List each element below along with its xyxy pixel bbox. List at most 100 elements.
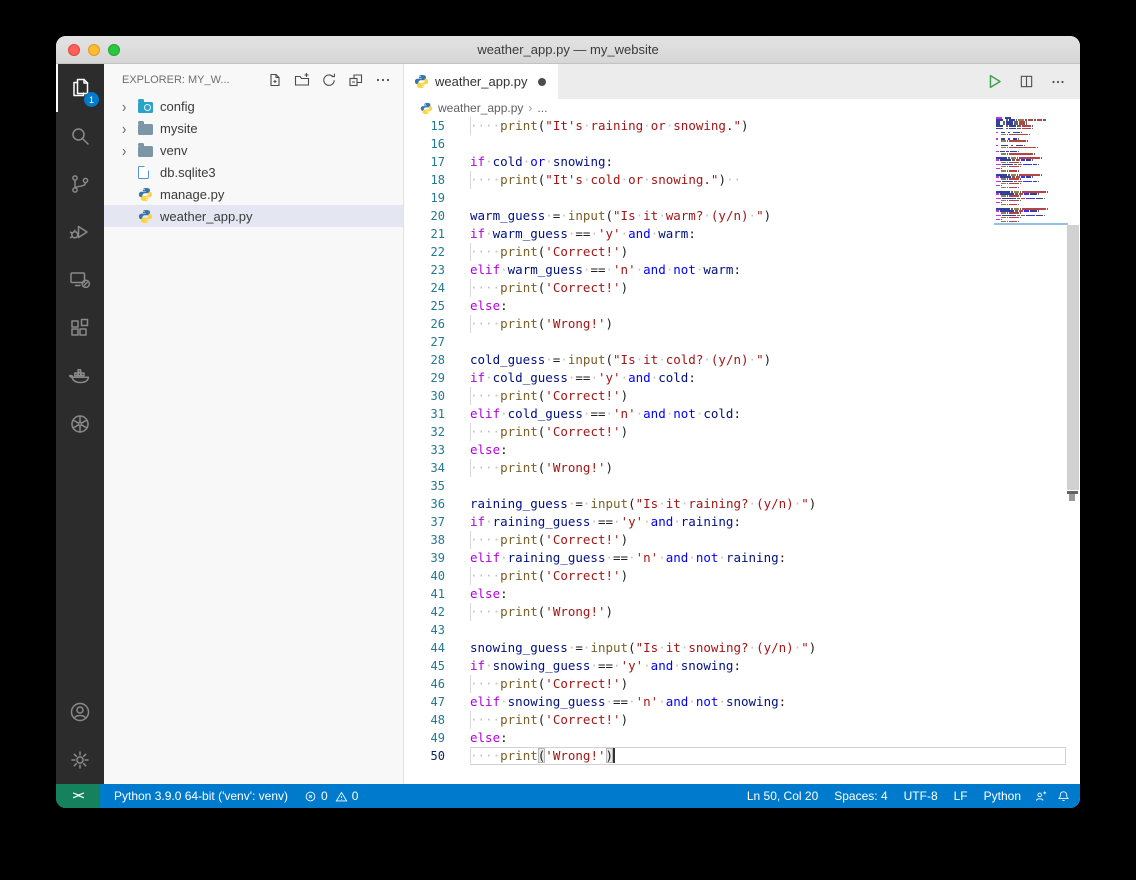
tree-item-weather-app-py[interactable]: weather_app.py bbox=[104, 205, 403, 227]
tab-weather-app[interactable]: weather_app.py bbox=[404, 64, 558, 99]
eol-setting[interactable]: LF bbox=[946, 784, 976, 808]
code-line-38[interactable]: 38····print('Correct!') bbox=[404, 531, 1066, 549]
code-line-18[interactable]: 18····print("It's·cold·or·snowing.")·· bbox=[404, 171, 1066, 189]
unsaved-dot-icon[interactable] bbox=[538, 78, 546, 86]
code-line-20[interactable]: 20warm_guess·=·input("Is·it·warm?·(y/n)·… bbox=[404, 207, 1066, 225]
line-content bbox=[470, 621, 1066, 639]
activity-explorer[interactable]: 1 bbox=[56, 64, 104, 112]
line-content: ····print('Wrong!') bbox=[470, 747, 1066, 765]
code-line-26[interactable]: 26····print('Wrong!') bbox=[404, 315, 1066, 333]
code-line-37[interactable]: 37if·raining_guess·==·'y'·and·raining: bbox=[404, 513, 1066, 531]
code-line-32[interactable]: 32····print('Correct!') bbox=[404, 423, 1066, 441]
scrollbar-thumb[interactable] bbox=[1067, 225, 1079, 490]
activity-kubernetes[interactable] bbox=[56, 400, 104, 448]
code-line-17[interactable]: 17if·cold·or·snowing: bbox=[404, 153, 1066, 171]
vertical-scrollbar[interactable] bbox=[1066, 117, 1080, 784]
line-number: 48 bbox=[404, 713, 470, 727]
encoding-setting[interactable]: UTF-8 bbox=[896, 784, 946, 808]
code-line-24[interactable]: 24····print('Correct!') bbox=[404, 279, 1066, 297]
activity-remote-explorer[interactable] bbox=[56, 256, 104, 304]
explorer-header: EXPLORER: MY_W... bbox=[104, 64, 403, 95]
activity-docker[interactable] bbox=[56, 352, 104, 400]
line-number: 27 bbox=[404, 335, 470, 349]
activity-accounts[interactable] bbox=[56, 688, 104, 736]
python-interpreter[interactable]: Python 3.9.0 64-bit ('venv': venv) bbox=[106, 784, 296, 808]
feedback-button[interactable] bbox=[1029, 784, 1052, 808]
cursor-position[interactable]: Ln 50, Col 20 bbox=[739, 784, 826, 808]
language-mode[interactable]: Python bbox=[976, 784, 1029, 808]
line-content: else: bbox=[470, 441, 1066, 459]
code-line-42[interactable]: 42····print('Wrong!') bbox=[404, 603, 1066, 621]
notifications-button[interactable] bbox=[1052, 784, 1080, 808]
code-line-29[interactable]: 29if·cold_guess·==·'y'·and·cold: bbox=[404, 369, 1066, 387]
new-folder-button[interactable] bbox=[292, 70, 312, 90]
code-editor[interactable]: 15····print("It's·raining·or·snowing.")1… bbox=[404, 117, 1080, 784]
extensions-icon bbox=[68, 316, 92, 340]
code-line-25[interactable]: 25else: bbox=[404, 297, 1066, 315]
line-content: ····print('Correct!') bbox=[470, 675, 1066, 693]
tree-item-venv[interactable]: ›venv bbox=[104, 139, 403, 161]
tree-item-manage-py[interactable]: manage.py bbox=[104, 183, 403, 205]
minimize-button[interactable] bbox=[88, 44, 100, 56]
code-line-15[interactable]: 15····print("It's·raining·or·snowing.") bbox=[404, 117, 1066, 135]
activity-settings[interactable] bbox=[56, 736, 104, 784]
code-line-41[interactable]: 41else: bbox=[404, 585, 1066, 603]
code-line-16[interactable]: 16 bbox=[404, 135, 1066, 153]
activity-source-control[interactable] bbox=[56, 160, 104, 208]
code-line-28[interactable]: 28cold_guess·=·input("Is·it·cold?·(y/n)·… bbox=[404, 351, 1066, 369]
title-bar[interactable]: weather_app.py — my_website bbox=[56, 36, 1080, 64]
python-file-icon bbox=[138, 187, 160, 202]
tree-item-mysite[interactable]: ›mysite bbox=[104, 117, 403, 139]
search-icon bbox=[68, 124, 92, 148]
collapse-folders-button[interactable] bbox=[346, 70, 366, 90]
code-line-46[interactable]: 46····print('Correct!') bbox=[404, 675, 1066, 693]
indentation-setting[interactable]: Spaces: 4 bbox=[826, 784, 895, 808]
activity-extensions[interactable] bbox=[56, 304, 104, 352]
new-file-button[interactable] bbox=[265, 70, 285, 90]
code-line-44[interactable]: 44snowing_guess·=·input("Is·it·snowing?·… bbox=[404, 639, 1066, 657]
code-line-40[interactable]: 40····print('Correct!') bbox=[404, 567, 1066, 585]
chevron-right-icon[interactable]: › bbox=[122, 143, 138, 158]
breadcrumb-file[interactable]: weather_app.py bbox=[438, 101, 523, 115]
code-line-23[interactable]: 23elif·warm_guess·==·'n'·and·not·warm: bbox=[404, 261, 1066, 279]
code-line-33[interactable]: 33else: bbox=[404, 441, 1066, 459]
code-line-48[interactable]: 48····print('Correct!') bbox=[404, 711, 1066, 729]
code-line-43[interactable]: 43 bbox=[404, 621, 1066, 639]
line-number: 41 bbox=[404, 587, 470, 601]
activity-run-debug[interactable] bbox=[56, 208, 104, 256]
zoom-button[interactable] bbox=[108, 44, 120, 56]
breadcrumb-symbol[interactable]: ... bbox=[537, 101, 547, 115]
code-line-31[interactable]: 31elif·cold_guess·==·'n'·and·not·cold: bbox=[404, 405, 1066, 423]
problems-indicator[interactable]: 0 0 bbox=[296, 784, 366, 808]
code-line-49[interactable]: 49else: bbox=[404, 729, 1066, 747]
code-line-36[interactable]: 36raining_guess·=·input("Is·it·raining?·… bbox=[404, 495, 1066, 513]
chevron-right-icon[interactable]: › bbox=[122, 121, 138, 136]
chevron-right-icon[interactable]: › bbox=[122, 99, 138, 114]
run-debug-icon bbox=[68, 220, 92, 244]
line-number: 49 bbox=[404, 731, 470, 745]
code-line-35[interactable]: 35 bbox=[404, 477, 1066, 495]
code-line-22[interactable]: 22····print('Correct!') bbox=[404, 243, 1066, 261]
code-line-27[interactable]: 27 bbox=[404, 333, 1066, 351]
code-line-45[interactable]: 45if·snowing_guess·==·'y'·and·snowing: bbox=[404, 657, 1066, 675]
code-line-50[interactable]: 50····print('Wrong!') bbox=[404, 747, 1066, 765]
minimap[interactable] bbox=[994, 117, 1066, 227]
code-line-30[interactable]: 30····print('Correct!') bbox=[404, 387, 1066, 405]
run-python-file-button[interactable] bbox=[986, 73, 1003, 90]
split-editor-button[interactable] bbox=[1019, 74, 1034, 89]
code-line-39[interactable]: 39elif·raining_guess·==·'n'·and·not·rain… bbox=[404, 549, 1066, 567]
vscode-window: weather_app.py — my_website 1 EXPLORER: … bbox=[56, 36, 1080, 808]
close-button[interactable] bbox=[68, 44, 80, 56]
code-line-47[interactable]: 47elif·snowing_guess·==·'n'·and·not·snow… bbox=[404, 693, 1066, 711]
source-control-icon bbox=[68, 172, 92, 196]
code-line-34[interactable]: 34····print('Wrong!') bbox=[404, 459, 1066, 477]
more-actions-button[interactable] bbox=[373, 70, 393, 90]
refresh-explorer-button[interactable] bbox=[319, 70, 339, 90]
tree-item-config[interactable]: ›config bbox=[104, 95, 403, 117]
more-actions-button[interactable] bbox=[1050, 74, 1066, 90]
activity-search[interactable] bbox=[56, 112, 104, 160]
code-line-21[interactable]: 21if·warm_guess·==·'y'·and·warm: bbox=[404, 225, 1066, 243]
tree-item-db-sqlite3[interactable]: db.sqlite3 bbox=[104, 161, 403, 183]
code-line-19[interactable]: 19 bbox=[404, 189, 1066, 207]
remote-indicator[interactable]: >< bbox=[56, 784, 100, 808]
